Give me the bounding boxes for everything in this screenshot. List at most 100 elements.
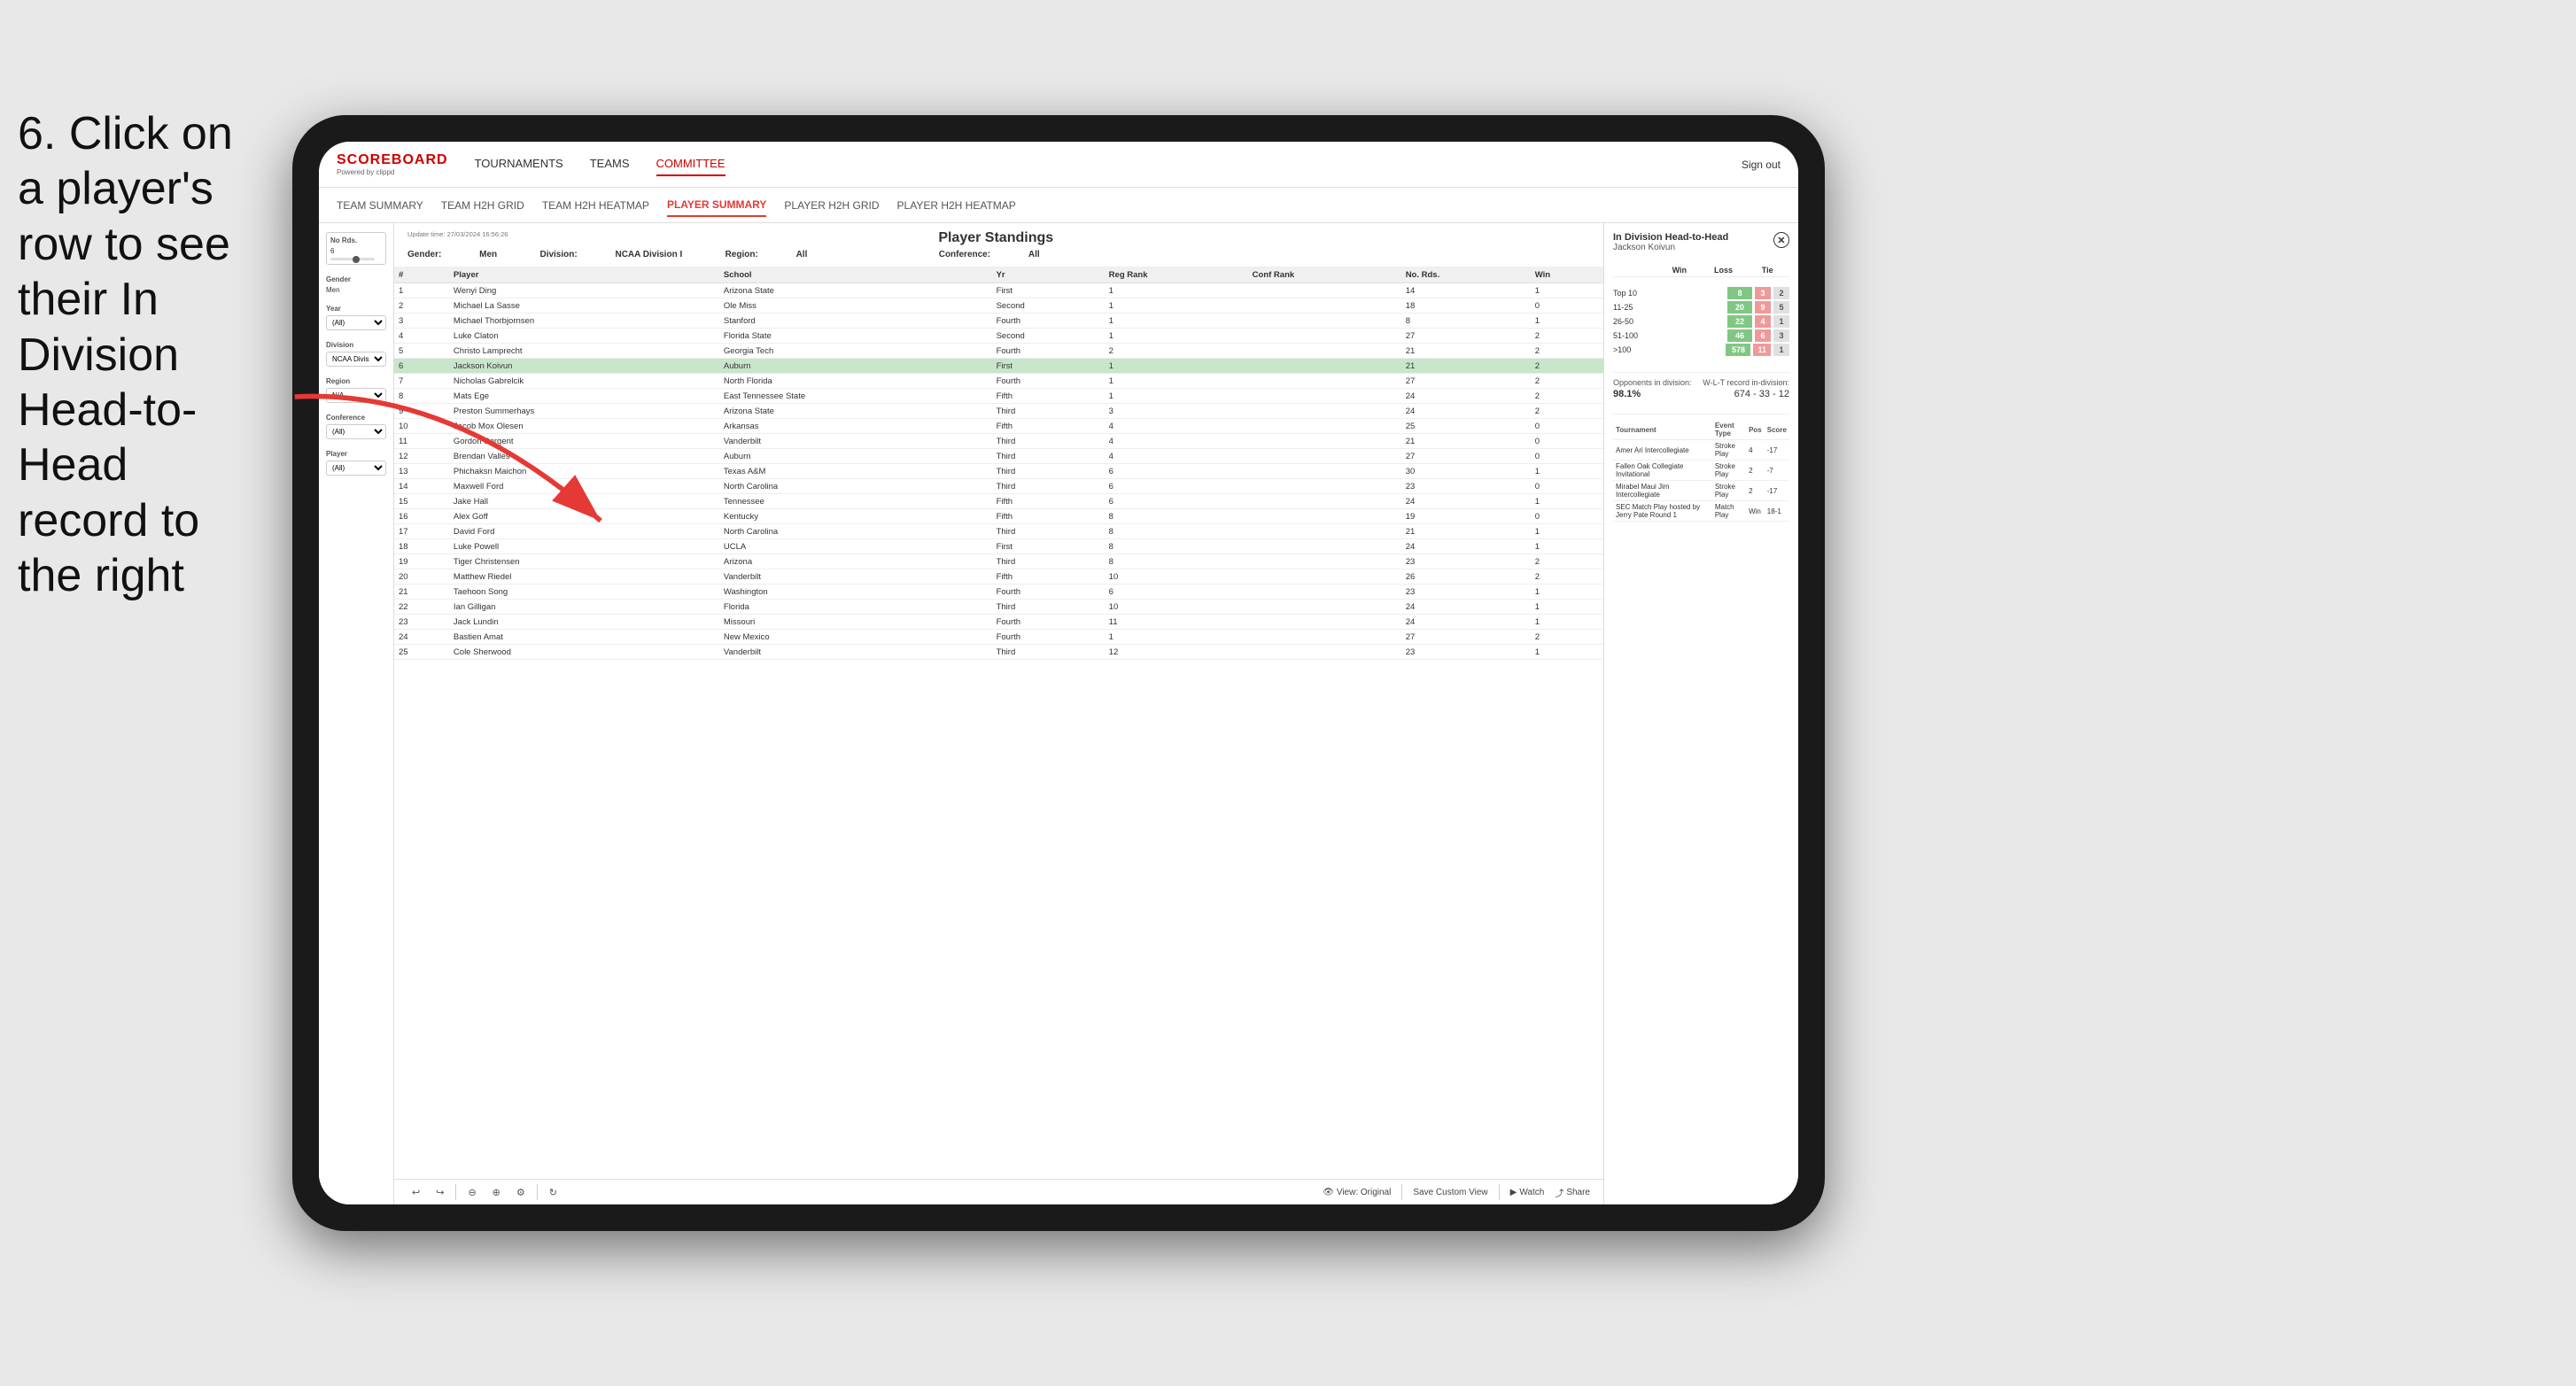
cell-yr: Fifth xyxy=(992,419,1105,434)
filter-year: Year (All) xyxy=(326,305,386,330)
table-row[interactable]: 19 Tiger Christensen Arizona Third 8 23 … xyxy=(394,554,1603,569)
undo-button[interactable]: ↩ xyxy=(407,1185,424,1200)
division-select[interactable]: NCAA Division I xyxy=(326,352,386,367)
table-row[interactable]: 18 Luke Powell UCLA First 8 24 1 xyxy=(394,539,1603,554)
table-row[interactable]: 15 Jake Hall Tennessee Fifth 6 24 1 xyxy=(394,494,1603,509)
tab-player-h2h-heatmap[interactable]: PLAYER H2H HEATMAP xyxy=(897,195,1016,216)
cell-school: Ole Miss xyxy=(719,298,992,314)
center-content: Update time: 27/03/2024 16:56:26 Player … xyxy=(394,223,1603,1204)
cell-conf-rank xyxy=(1248,585,1401,600)
share-button[interactable]: ⤴ Share xyxy=(1555,1186,1590,1199)
table-row[interactable]: 21 Taehoon Song Washington Fourth 6 23 1 xyxy=(394,585,1603,600)
tie-cell: 2 xyxy=(1773,287,1789,299)
settings-button[interactable]: ⚙ xyxy=(512,1185,530,1200)
h2h-row-label: Top 10 xyxy=(1613,289,1657,298)
table-row[interactable]: 10 Jacob Mox Olesen Arkansas Fifth 4 25 … xyxy=(394,419,1603,434)
table-row[interactable]: 8 Mats Ege East Tennessee State Fifth 1 … xyxy=(394,389,1603,404)
cell-player: Alex Goff xyxy=(449,509,719,524)
col-pos: Pos xyxy=(1746,420,1765,440)
cell-win: 0 xyxy=(1531,449,1603,464)
cell-no-rds: 19 xyxy=(1401,509,1531,524)
cell-win: 2 xyxy=(1531,344,1603,359)
loss-cell: 6 xyxy=(1755,329,1771,342)
table-row[interactable]: 5 Christo Lamprecht Georgia Tech Fourth … xyxy=(394,344,1603,359)
cell-school: Vanderbilt xyxy=(719,434,992,449)
cell-yr: Third xyxy=(992,645,1105,660)
loss-cell: 4 xyxy=(1755,315,1771,328)
col-player: Player xyxy=(449,267,719,283)
zoom-out-button[interactable]: ⊖ xyxy=(463,1185,480,1200)
tab-team-h2h-heatmap[interactable]: TEAM H2H HEATMAP xyxy=(542,195,649,216)
tab-player-h2h-grid[interactable]: PLAYER H2H GRID xyxy=(784,195,879,216)
cell-win: 2 xyxy=(1531,359,1603,374)
tab-team-h2h-grid[interactable]: TEAM H2H GRID xyxy=(441,195,524,216)
table-row[interactable]: 14 Maxwell Ford North Carolina Third 6 2… xyxy=(394,479,1603,494)
table-row[interactable]: 4 Luke Claton Florida State Second 1 27 … xyxy=(394,329,1603,344)
tie-cell: 1 xyxy=(1773,344,1789,356)
table-row[interactable]: 20 Matthew Riedel Vanderbilt Fifth 10 26… xyxy=(394,569,1603,585)
table-row[interactable]: 11 Gordon Sargent Vanderbilt Third 4 21 … xyxy=(394,434,1603,449)
nav-tournaments[interactable]: TOURNAMENTS xyxy=(475,152,563,176)
h2h-table-header: Win Loss Tie xyxy=(1613,264,1789,277)
refresh-button[interactable]: ↻ xyxy=(545,1185,562,1200)
h2h-panel-titles: In Division Head-to-Head Jackson Koivun xyxy=(1613,232,1728,257)
tournament-score: -17 xyxy=(1765,481,1789,501)
tab-player-summary[interactable]: PLAYER SUMMARY xyxy=(667,194,766,217)
table-row[interactable]: 25 Cole Sherwood Vanderbilt Third 12 23 … xyxy=(394,645,1603,660)
tournament-pos: 2 xyxy=(1746,481,1765,501)
cell-conf-rank xyxy=(1248,374,1401,389)
table-row[interactable]: 24 Bastien Amat New Mexico Fourth 1 27 2 xyxy=(394,630,1603,645)
region-select[interactable]: N/A xyxy=(326,388,386,403)
year-select[interactable]: (All) xyxy=(326,315,386,330)
table-row[interactable]: 6 Jackson Koivun Auburn First 1 21 2 xyxy=(394,359,1603,374)
table-row[interactable]: 16 Alex Goff Kentucky Fifth 8 19 0 xyxy=(394,509,1603,524)
tab-team-summary[interactable]: TEAM SUMMARY xyxy=(337,195,423,216)
save-custom-view-button[interactable]: Save Custom View xyxy=(1413,1188,1487,1197)
cell-school: Washington xyxy=(719,585,992,600)
filter-region: Region N/A xyxy=(326,377,386,403)
cell-win: 2 xyxy=(1531,554,1603,569)
cell-conf-rank xyxy=(1248,329,1401,344)
table-row[interactable]: 2 Michael La Sasse Ole Miss Second 1 18 … xyxy=(394,298,1603,314)
player-select[interactable]: (All) xyxy=(326,461,386,476)
nav-teams[interactable]: TEAMS xyxy=(590,152,630,176)
cell-win: 2 xyxy=(1531,374,1603,389)
table-row[interactable]: 9 Preston Summerhays Arizona State Third… xyxy=(394,404,1603,419)
cell-school: Vanderbilt xyxy=(719,569,992,585)
table-row[interactable]: 17 David Ford North Carolina Third 8 21 … xyxy=(394,524,1603,539)
sign-out-link[interactable]: Sign out xyxy=(1742,159,1781,171)
table-row[interactable]: 3 Michael Thorbjornsen Stanford Fourth 1… xyxy=(394,314,1603,329)
cell-school: East Tennessee State xyxy=(719,389,992,404)
cell-player: Jackson Koivun xyxy=(449,359,719,374)
cell-school: Tennessee xyxy=(719,494,992,509)
bottom-toolbar: ↩ ↪ ⊖ ⊕ ⚙ ↻ 👁 View: Original xyxy=(394,1179,1603,1204)
watch-button[interactable]: ▶ Watch xyxy=(1510,1188,1545,1197)
cell-reg-rank: 6 xyxy=(1105,464,1248,479)
cell-reg-rank: 8 xyxy=(1105,524,1248,539)
cell-no-rds: 27 xyxy=(1401,449,1531,464)
close-h2h-button[interactable]: ✕ xyxy=(1773,232,1789,248)
table-row[interactable]: 12 Brendan Valles Auburn Third 4 27 0 xyxy=(394,449,1603,464)
table-row[interactable]: 7 Nicholas Gabrelcik North Florida Fourt… xyxy=(394,374,1603,389)
conference-select[interactable]: (All) xyxy=(326,424,386,439)
cell-yr: Fourth xyxy=(992,585,1105,600)
view-original-button[interactable]: 👁 View: Original xyxy=(1323,1188,1391,1197)
cell-conf-rank xyxy=(1248,283,1401,298)
standings-table-wrapper: # Player School Yr Reg Rank Conf Rank No… xyxy=(394,267,1603,1179)
nav-committee[interactable]: COMMITTEE xyxy=(656,152,725,176)
cell-no-rds: 24 xyxy=(1401,539,1531,554)
table-row[interactable]: 1 Wenyi Ding Arizona State First 1 14 1 xyxy=(394,283,1603,298)
cell-yr: Third xyxy=(992,524,1105,539)
h2h-win-bar: 20 9 5 xyxy=(1727,301,1789,314)
table-row[interactable]: 13 Phichaksn Maichon Texas A&M Third 6 3… xyxy=(394,464,1603,479)
zoom-in-button[interactable]: ⊕ xyxy=(488,1185,505,1200)
cell-player: Maxwell Ford xyxy=(449,479,719,494)
redo-button[interactable]: ↪ xyxy=(431,1185,448,1200)
table-row[interactable]: 22 Ian Gilligan Florida Third 10 24 1 xyxy=(394,600,1603,615)
no-rds-slider[interactable] xyxy=(330,258,382,260)
main-content: No Rds. 6 Gender Men Year (All) xyxy=(319,223,1798,1204)
cell-conf-rank xyxy=(1248,344,1401,359)
cell-num: 13 xyxy=(394,464,449,479)
cell-school: Arizona State xyxy=(719,283,992,298)
table-row[interactable]: 23 Jack Lundin Missouri Fourth 11 24 1 xyxy=(394,615,1603,630)
